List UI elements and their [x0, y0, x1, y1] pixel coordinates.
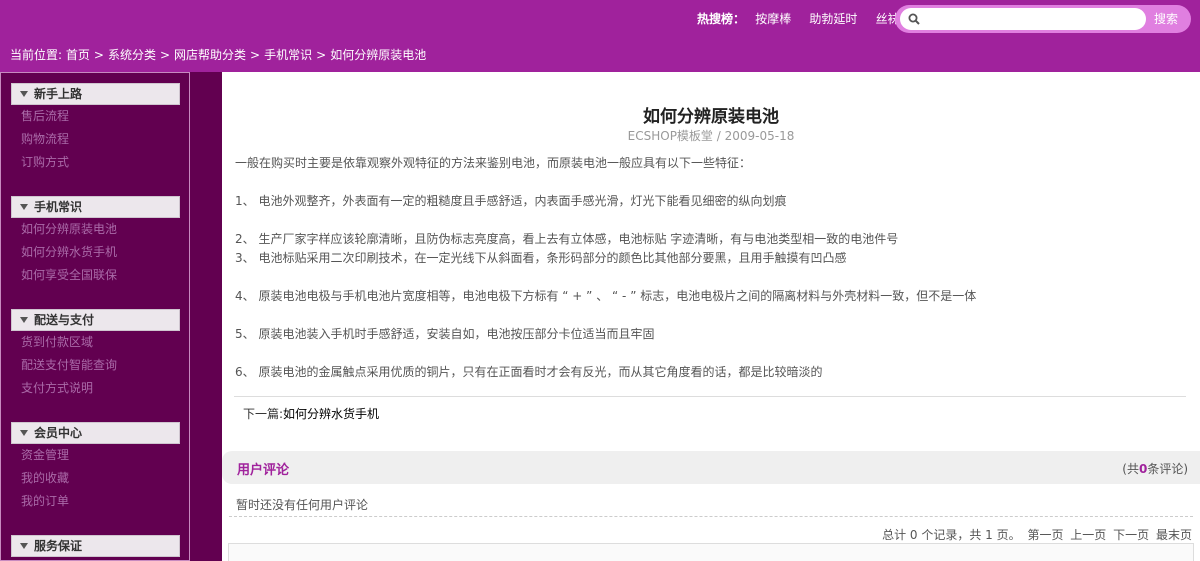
sidebar-item[interactable]: 资金管理: [21, 444, 180, 467]
pager-info: 总计 0 个记录，共 1 页。: [882, 528, 1021, 542]
search-button[interactable]: 搜索: [1154, 11, 1178, 27]
article-point: 2、 生产厂家字样应该轮廓清晰，且防伪标志亮度高，看上去有立体感，电池标贴 字迹…: [235, 232, 899, 246]
no-comment-text: 暂时还没有任何用户评论: [236, 498, 369, 512]
article-body: 一般在购买时主要是依靠观察外观特征的方法来鉴别电池，而原装电池一般应具有以下一些…: [235, 154, 1185, 382]
next-article-link[interactable]: 如何分辨水货手机: [283, 407, 379, 421]
search-icon: [908, 13, 920, 25]
sidebar-item[interactable]: 如何分辨原装电池: [21, 218, 180, 241]
comments-header: 用户评论 (共0条评论): [222, 451, 1200, 484]
breadcrumb: 当前位置: 首页 > 系统分类 > 网店帮助分类 > 手机常识 > 如何分辨原装电池: [10, 47, 426, 63]
triangle-down-icon: [20, 204, 28, 210]
article-point: 3、 电池标贴采用二次印刷技术，在一定光线下从斜面看，条形码部分的颜色比其他部分…: [235, 251, 847, 265]
breadcrumb-separator: >: [316, 48, 327, 62]
sidebar-item[interactable]: 订购方式: [21, 151, 180, 174]
sidebar-category-delivery: 配送与支付 货到付款区域 配送支付智能查询 支付方式说明: [11, 309, 180, 400]
comments-count-suffix: 条评论): [1147, 462, 1188, 476]
pager: 总计 0 个记录，共 1 页。 第一页 上一页 下一页 最末页: [882, 526, 1192, 543]
sidebar-item[interactable]: 售后流程: [21, 105, 180, 128]
pager-prev[interactable]: 上一页: [1070, 528, 1106, 542]
article-point: 4、 原装电池电极与手机电池片宽度相等，电池电极下方标有 “ + ” 、 “ -…: [235, 289, 977, 303]
category-title: 配送与支付: [34, 313, 95, 327]
sidebar-link[interactable]: 如何享受全国联保: [21, 268, 117, 282]
sidebar-link[interactable]: 售后流程: [21, 109, 69, 123]
article-title: 如何分辨原装电池: [643, 107, 779, 127]
category-header[interactable]: 配送与支付: [11, 309, 180, 331]
sidebar-link[interactable]: 资金管理: [21, 448, 69, 462]
sidebar-link[interactable]: 如何分辨水货手机: [21, 245, 117, 259]
sidebar: 新手上路 售后流程 购物流程 订购方式 手机常识 如何分辨原装电池 如何分辨水货…: [0, 72, 190, 561]
breadcrumb-current[interactable]: 如何分辨原装电池: [330, 48, 426, 62]
hot-search: 热搜榜： 按摩棒 助勃延时 丝袜: [697, 11, 914, 27]
article-divider: [234, 396, 1186, 397]
sidebar-item[interactable]: 我的收藏: [21, 467, 180, 490]
next-article: 下一篇:如何分辨水货手机: [243, 405, 379, 422]
breadcrumb-home[interactable]: 首页: [66, 48, 90, 62]
comments-divider: [229, 516, 1193, 517]
category-title: 手机常识: [34, 200, 83, 214]
sidebar-link[interactable]: 我的收藏: [21, 471, 69, 485]
sidebar-item[interactable]: 如何享受全国联保: [21, 264, 180, 287]
category-header[interactable]: 手机常识: [11, 196, 180, 218]
search-input[interactable]: [900, 8, 1146, 30]
sidebar-category-service: 服务保证: [11, 535, 180, 557]
breadcrumb-phone-knowledge[interactable]: 手机常识: [264, 48, 312, 62]
hot-link-2[interactable]: 助勃延时: [809, 12, 857, 26]
article-point: 1、 电池外观整齐，外表面有一定的粗糙度且手感舒适，内表面手感光滑，灯光下能看见…: [235, 194, 787, 208]
breadcrumb-separator: >: [159, 48, 171, 62]
comments-title: 用户评论: [237, 463, 290, 478]
category-title: 新手上路: [34, 87, 83, 101]
pager-last[interactable]: 最末页: [1156, 528, 1192, 542]
category-header[interactable]: 服务保证: [11, 535, 180, 557]
next-article-label: 下一篇:: [243, 407, 284, 421]
article-point: 6、 原装电池的金属触点采用优质的铜片，只有在正面看时才会有反光，而从其它角度看…: [235, 365, 823, 379]
breadcrumb-prefix: 当前位置:: [10, 48, 63, 62]
hot-link-1[interactable]: 按摩棒: [755, 12, 791, 26]
breadcrumb-help-category[interactable]: 网店帮助分类: [174, 48, 246, 62]
sidebar-category-member: 会员中心 资金管理 我的收藏 我的订单: [11, 422, 180, 513]
sidebar-link[interactable]: 购物流程: [21, 132, 69, 146]
sidebar-link[interactable]: 我的订单: [21, 494, 69, 508]
pager-next[interactable]: 下一页: [1113, 528, 1149, 542]
sidebar-item[interactable]: 支付方式说明: [21, 377, 180, 400]
sidebar-gutter: [190, 72, 222, 561]
triangle-down-icon: [20, 91, 28, 97]
top-bar: 热搜榜： 按摩棒 助勃延时 丝袜 搜索 当前位置: 首页 > 系统分类 > 网店帮助分类…: [0, 0, 1200, 72]
breadcrumb-separator: >: [250, 48, 261, 62]
category-header[interactable]: 会员中心: [11, 422, 180, 444]
category-list: 售后流程 购物流程 订购方式: [11, 105, 180, 174]
category-list: 货到付款区域 配送支付智能查询 支付方式说明: [11, 331, 180, 400]
category-header[interactable]: 新手上路: [11, 83, 180, 105]
search-box: 搜索: [895, 5, 1191, 33]
triangle-down-icon: [20, 543, 28, 549]
pager-first[interactable]: 第一页: [1027, 528, 1063, 542]
breadcrumb-separator: >: [93, 48, 104, 62]
sidebar-item[interactable]: 如何分辨水货手机: [21, 241, 180, 264]
comment-form-box: [228, 543, 1194, 561]
comments-count-prefix: (共: [1122, 462, 1139, 476]
sidebar-category-newbie: 新手上路 售后流程 购物流程 订购方式: [11, 83, 180, 174]
sidebar-item[interactable]: 我的订单: [21, 490, 180, 513]
sidebar-link[interactable]: 配送支付智能查询: [21, 358, 117, 372]
article-meta: ECSHOP模板堂 / 2009-05-18: [627, 129, 795, 143]
category-title: 会员中心: [34, 426, 83, 440]
triangle-down-icon: [20, 317, 28, 323]
category-list: 资金管理 我的收藏 我的订单: [11, 444, 180, 513]
sidebar-category-phone: 手机常识 如何分辨原装电池 如何分辨水货手机 如何享受全国联保: [11, 196, 180, 287]
sidebar-link[interactable]: 订购方式: [21, 155, 69, 169]
article-point: 5、 原装电池装入手机时手感舒适，安装自如，电池按压部分卡位适当而且牢固: [235, 327, 655, 341]
category-title: 服务保证: [34, 539, 83, 553]
sidebar-item[interactable]: 配送支付智能查询: [21, 354, 180, 377]
sidebar-item[interactable]: 货到付款区域: [21, 331, 180, 354]
hot-search-label: 热搜榜：: [697, 12, 746, 26]
article-intro: 一般在购买时主要是依靠观察外观特征的方法来鉴别电池，而原装电池一般应具有以下一些…: [235, 156, 752, 170]
triangle-down-icon: [20, 430, 28, 436]
sidebar-link[interactable]: 如何分辨原装电池: [21, 222, 117, 236]
sidebar-link[interactable]: 货到付款区域: [21, 335, 93, 349]
comments-count: (共0条评论): [1122, 460, 1188, 477]
sidebar-link[interactable]: 支付方式说明: [21, 381, 93, 395]
main-content: 如何分辨原装电池 ECSHOP模板堂 / 2009-05-18 一般在购买时主要…: [222, 72, 1200, 561]
category-list: 如何分辨原装电池 如何分辨水货手机 如何享受全国联保: [11, 218, 180, 287]
sidebar-item[interactable]: 购物流程: [21, 128, 180, 151]
breadcrumb-system-category[interactable]: 系统分类: [108, 48, 156, 62]
